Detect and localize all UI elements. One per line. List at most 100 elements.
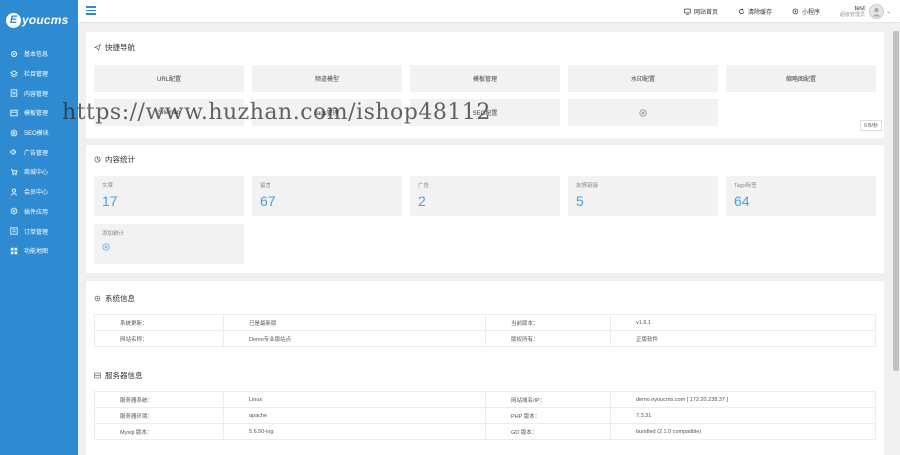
sidebar-item-plugins[interactable]: 插件应用 <box>0 202 78 222</box>
order-icon <box>9 227 18 236</box>
table-row: 服务器系统： Linux 网站域名/IP： demo.eyoucms.com [… <box>94 391 876 408</box>
stat-tags[interactable]: Tags标签 64 <box>726 176 876 216</box>
template-icon <box>9 108 18 117</box>
server-info-title: 服务器信息 <box>94 370 143 381</box>
chevron-down-icon[interactable]: ⌄ <box>886 8 894 15</box>
quick-nav-channel-model[interactable]: 频道模型 <box>252 65 402 92</box>
user-info[interactable]: test 超级管理员 <box>840 5 865 19</box>
system-info-panel: 系统信息 系统更新： 已是最新版 当前版本： v1.6.1 网站名称： Demo… <box>86 281 884 455</box>
stat-value: 64 <box>734 193 750 209</box>
quick-nav-add-button[interactable] <box>568 99 718 126</box>
quick-nav-label: 缩略图配置 <box>785 77 816 83</box>
system-info-title: 系统信息 <box>94 293 135 304</box>
stat-articles[interactable]: 文章 17 <box>94 176 244 216</box>
server-icon <box>94 372 101 379</box>
sidebar-item-label: 插件应用 <box>24 209 49 216</box>
table-cell: 网站名称： <box>94 330 224 347</box>
quick-nav-sitemap[interactable]: Sitemap <box>94 99 244 126</box>
quick-nav-label: tags管理 <box>315 111 339 117</box>
system-info-title-text: 系统信息 <box>105 294 135 303</box>
table-cell: Demo专业版站点 <box>223 330 486 347</box>
sidebar-item-orders[interactable]: 订单管理 <box>0 221 78 241</box>
sidebar-item-templates[interactable]: 模板管理 <box>0 103 78 123</box>
stat-label: 留言 <box>260 183 272 189</box>
sidebar-item-basic-info[interactable]: 基本信息 <box>0 44 78 64</box>
document-icon <box>9 89 18 98</box>
menu-toggle-icon[interactable] <box>86 6 96 15</box>
stat-label: 友情链接 <box>576 183 599 189</box>
table-cell: bundled (2.1.0 compatible) <box>610 423 876 440</box>
quick-nav-watermark-config[interactable]: 水印配置 <box>568 65 718 92</box>
plugin-icon <box>9 207 18 216</box>
seo-icon <box>9 128 18 137</box>
site-home-link[interactable]: 网站首页 <box>684 7 718 16</box>
stat-messages[interactable]: 留言 67 <box>252 176 402 216</box>
stat-ads[interactable]: 广告 2 <box>410 176 560 216</box>
sidebar-item-label: 模板管理 <box>24 111 49 118</box>
miniapp-label: 小程序 <box>801 10 820 16</box>
network-speed-badge: 0 B/秒 <box>860 120 882 131</box>
miniapp-link[interactable]: 小程序 <box>792 7 820 16</box>
table-row: Mysql 版本： 5.6.50-log GD 版本： bundled (2.1… <box>94 423 876 440</box>
table-cell: 5.6.50-log <box>223 423 486 440</box>
logo[interactable]: E youcms <box>0 0 78 40</box>
table-cell: 服务器系统： <box>94 391 224 408</box>
user-icon <box>9 187 18 196</box>
quick-nav-panel: 快捷导航 URL配置 频道模型 模板管理 水印配置 缩略图配置 Sitemap … <box>86 32 884 138</box>
quick-nav-seo-config[interactable]: SEO配置 <box>410 99 560 126</box>
quick-nav-title: 快捷导航 <box>94 42 135 53</box>
user-name: test <box>854 4 865 12</box>
grid-icon <box>9 246 18 255</box>
layers-icon <box>9 69 18 78</box>
sidebar-item-members[interactable]: 会员中心 <box>0 182 78 202</box>
stats-icon <box>94 156 101 163</box>
user-avatar-icon <box>872 7 881 17</box>
table-cell: v1.6.1 <box>610 314 876 331</box>
table-cell: 7.3.31 <box>610 407 876 424</box>
sidebar-item-seo[interactable]: SEO模块 <box>0 123 78 143</box>
quick-nav-tags-manage[interactable]: tags管理 <box>252 99 402 126</box>
quick-nav-label: 模板管理 <box>472 77 497 83</box>
table-cell: 正版软件 <box>610 330 876 347</box>
quick-nav-thumbnail-config[interactable]: 缩略图配置 <box>726 65 876 92</box>
plus-circle-icon <box>102 243 110 251</box>
quick-nav-label: SEO配置 <box>472 111 498 117</box>
table-cell: demo.eyoucms.com [ 172.20.238.37 ] <box>610 391 876 408</box>
scrollbar[interactable] <box>892 23 900 455</box>
sidebar-item-label: 订单管理 <box>24 229 49 236</box>
quick-nav-template-manage[interactable]: 模板管理 <box>410 65 560 92</box>
add-stat-label: 添加统计 <box>102 231 125 237</box>
add-stat-button[interactable]: 添加统计 <box>94 224 244 264</box>
table-cell: 服务器环境： <box>94 407 224 424</box>
sidebar-item-label: SEO模块 <box>24 131 49 138</box>
sidebar-item-content[interactable]: 内容管理 <box>0 83 78 103</box>
refresh-icon <box>738 8 744 14</box>
table-cell: 当前版本： <box>485 314 611 331</box>
sidebar-item-label: 栏目管理 <box>24 72 49 79</box>
monitor-icon <box>684 8 691 15</box>
sidebar-item-label: 功能地图 <box>24 249 49 256</box>
table-cell: PHP 版本： <box>485 407 611 424</box>
sidebar-item-function-map[interactable]: 功能地图 <box>0 241 78 261</box>
clear-cache-link[interactable]: 清除缓存 <box>738 7 772 16</box>
sidebar-item-shop[interactable]: 商城中心 <box>0 162 78 182</box>
table-cell: 版权所有： <box>485 330 611 347</box>
stat-links[interactable]: 友情链接 5 <box>568 176 718 216</box>
top-links: 网站首页 清除缓存 小程序 test 超级管理员 ⌄ <box>684 0 900 23</box>
sidebar-item-columns[interactable]: 栏目管理 <box>0 64 78 84</box>
stat-value: 17 <box>102 193 118 209</box>
sidebar-item-ads[interactable]: 广告管理 <box>0 142 78 162</box>
scrollbar-thumb[interactable] <box>893 31 899 371</box>
sidebar-nav: 基本信息 栏目管理 内容管理 模板管理 SEO模块 广告管理 商城中心 会员中心… <box>0 44 78 261</box>
megaphone-icon <box>9 148 18 157</box>
avatar[interactable] <box>869 4 884 19</box>
table-row: 网站名称： Demo专业版站点 版权所有： 正版软件 <box>94 330 876 347</box>
content-stats-title-text: 内容统计 <box>105 155 135 164</box>
quick-nav-url-config[interactable]: URL配置 <box>94 65 244 92</box>
table-cell: Linux <box>223 391 486 408</box>
content-stats-title: 内容统计 <box>94 154 135 165</box>
topbar: 网站首页 清除缓存 小程序 test 超级管理员 ⌄ <box>78 0 900 23</box>
quick-nav-title-text: 快捷导航 <box>105 43 135 52</box>
logo-mark: E <box>6 12 21 28</box>
sidebar-item-label: 商城中心 <box>24 170 49 177</box>
